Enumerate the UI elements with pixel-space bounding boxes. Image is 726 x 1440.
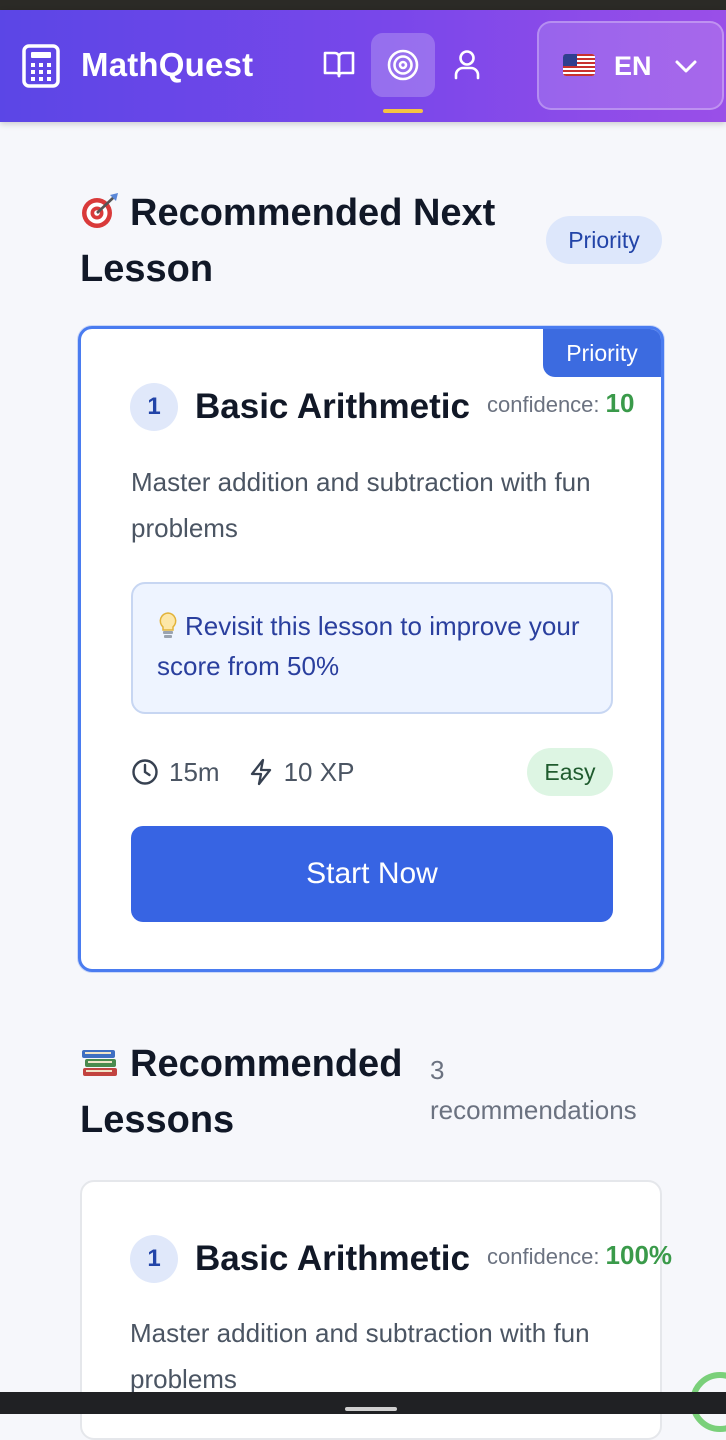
- lightning-icon: [250, 758, 271, 786]
- hint-text: Revisit this lesson to improve your scor…: [157, 611, 580, 681]
- target-icon: [387, 49, 419, 81]
- lesson-title[interactable]: Basic Arithmetic: [195, 387, 470, 427]
- lesson-description: Master addition and subtraction with fun…: [130, 1318, 590, 1394]
- home-indicator[interactable]: [345, 1407, 397, 1411]
- book-icon: [323, 51, 355, 78]
- lesson-number-badge: 1: [130, 383, 178, 431]
- confidence-label: confidence:: [487, 392, 600, 417]
- recommendation-count-label: recommendations: [430, 1095, 637, 1125]
- recommended-next-lesson-card[interactable]: Priority 1 Basic Arithmetic confidence: 1…: [78, 326, 664, 972]
- xp-value: 10 XP: [283, 756, 355, 787]
- nav-recommendations-button[interactable]: [371, 33, 435, 97]
- nav-profile-button[interactable]: [449, 46, 485, 82]
- status-strip: [0, 0, 726, 10]
- language-selector[interactable]: EN: [537, 21, 724, 110]
- lesson-description: Master addition and subtraction with fun…: [131, 467, 591, 543]
- priority-badge: Priority: [546, 216, 662, 264]
- confidence-label: confidence:: [487, 1244, 600, 1269]
- dart-emoji-icon: [82, 193, 118, 228]
- section-title-next-lesson: Recommended Next Lesson: [80, 185, 550, 297]
- confidence-value: 100%: [605, 1240, 673, 1270]
- lesson-meta: 15m 10 XP: [131, 752, 382, 792]
- start-now-button[interactable]: Start Now: [131, 826, 613, 922]
- section-title-recommended-lessons: Recommended Lessons: [80, 1036, 420, 1148]
- user-icon: [454, 50, 480, 80]
- active-nav-indicator: [383, 109, 423, 113]
- duration-value: 15m: [169, 756, 220, 787]
- section-title-text: Recommended Next Lesson: [80, 192, 496, 290]
- app-brand[interactable]: MathQuest: [81, 46, 253, 84]
- xp-reward: 10 XP: [248, 756, 355, 788]
- improvement-hint: Revisit this lesson to improve your scor…: [131, 582, 613, 714]
- section-title-text: Recommended Lessons: [80, 1043, 403, 1141]
- calculator-icon: [22, 44, 60, 88]
- app-header: MathQuest EN: [0, 10, 726, 122]
- priority-ribbon: Priority: [543, 329, 661, 377]
- recommendation-count: 3 recommendations: [430, 1050, 637, 1130]
- recommendation-count-number: 3: [430, 1055, 445, 1085]
- nav-lessons-button[interactable]: [321, 46, 357, 82]
- chevron-down-icon: [675, 60, 697, 73]
- us-flag-icon: [563, 54, 595, 76]
- duration: 15m: [131, 757, 220, 788]
- lesson-title[interactable]: Basic Arithmetic: [195, 1239, 470, 1279]
- confidence-value: 10: [605, 388, 635, 418]
- confidence-score: confidence: 100%: [487, 1240, 672, 1271]
- language-code: EN: [614, 51, 652, 81]
- difficulty-badge: Easy: [527, 748, 613, 796]
- lesson-number-badge: 1: [130, 1235, 178, 1283]
- confidence-score: confidence: 10: [487, 388, 634, 419]
- clock-icon: [132, 759, 158, 785]
- lightbulb-icon: [159, 612, 177, 638]
- books-emoji-icon: [82, 1050, 117, 1076]
